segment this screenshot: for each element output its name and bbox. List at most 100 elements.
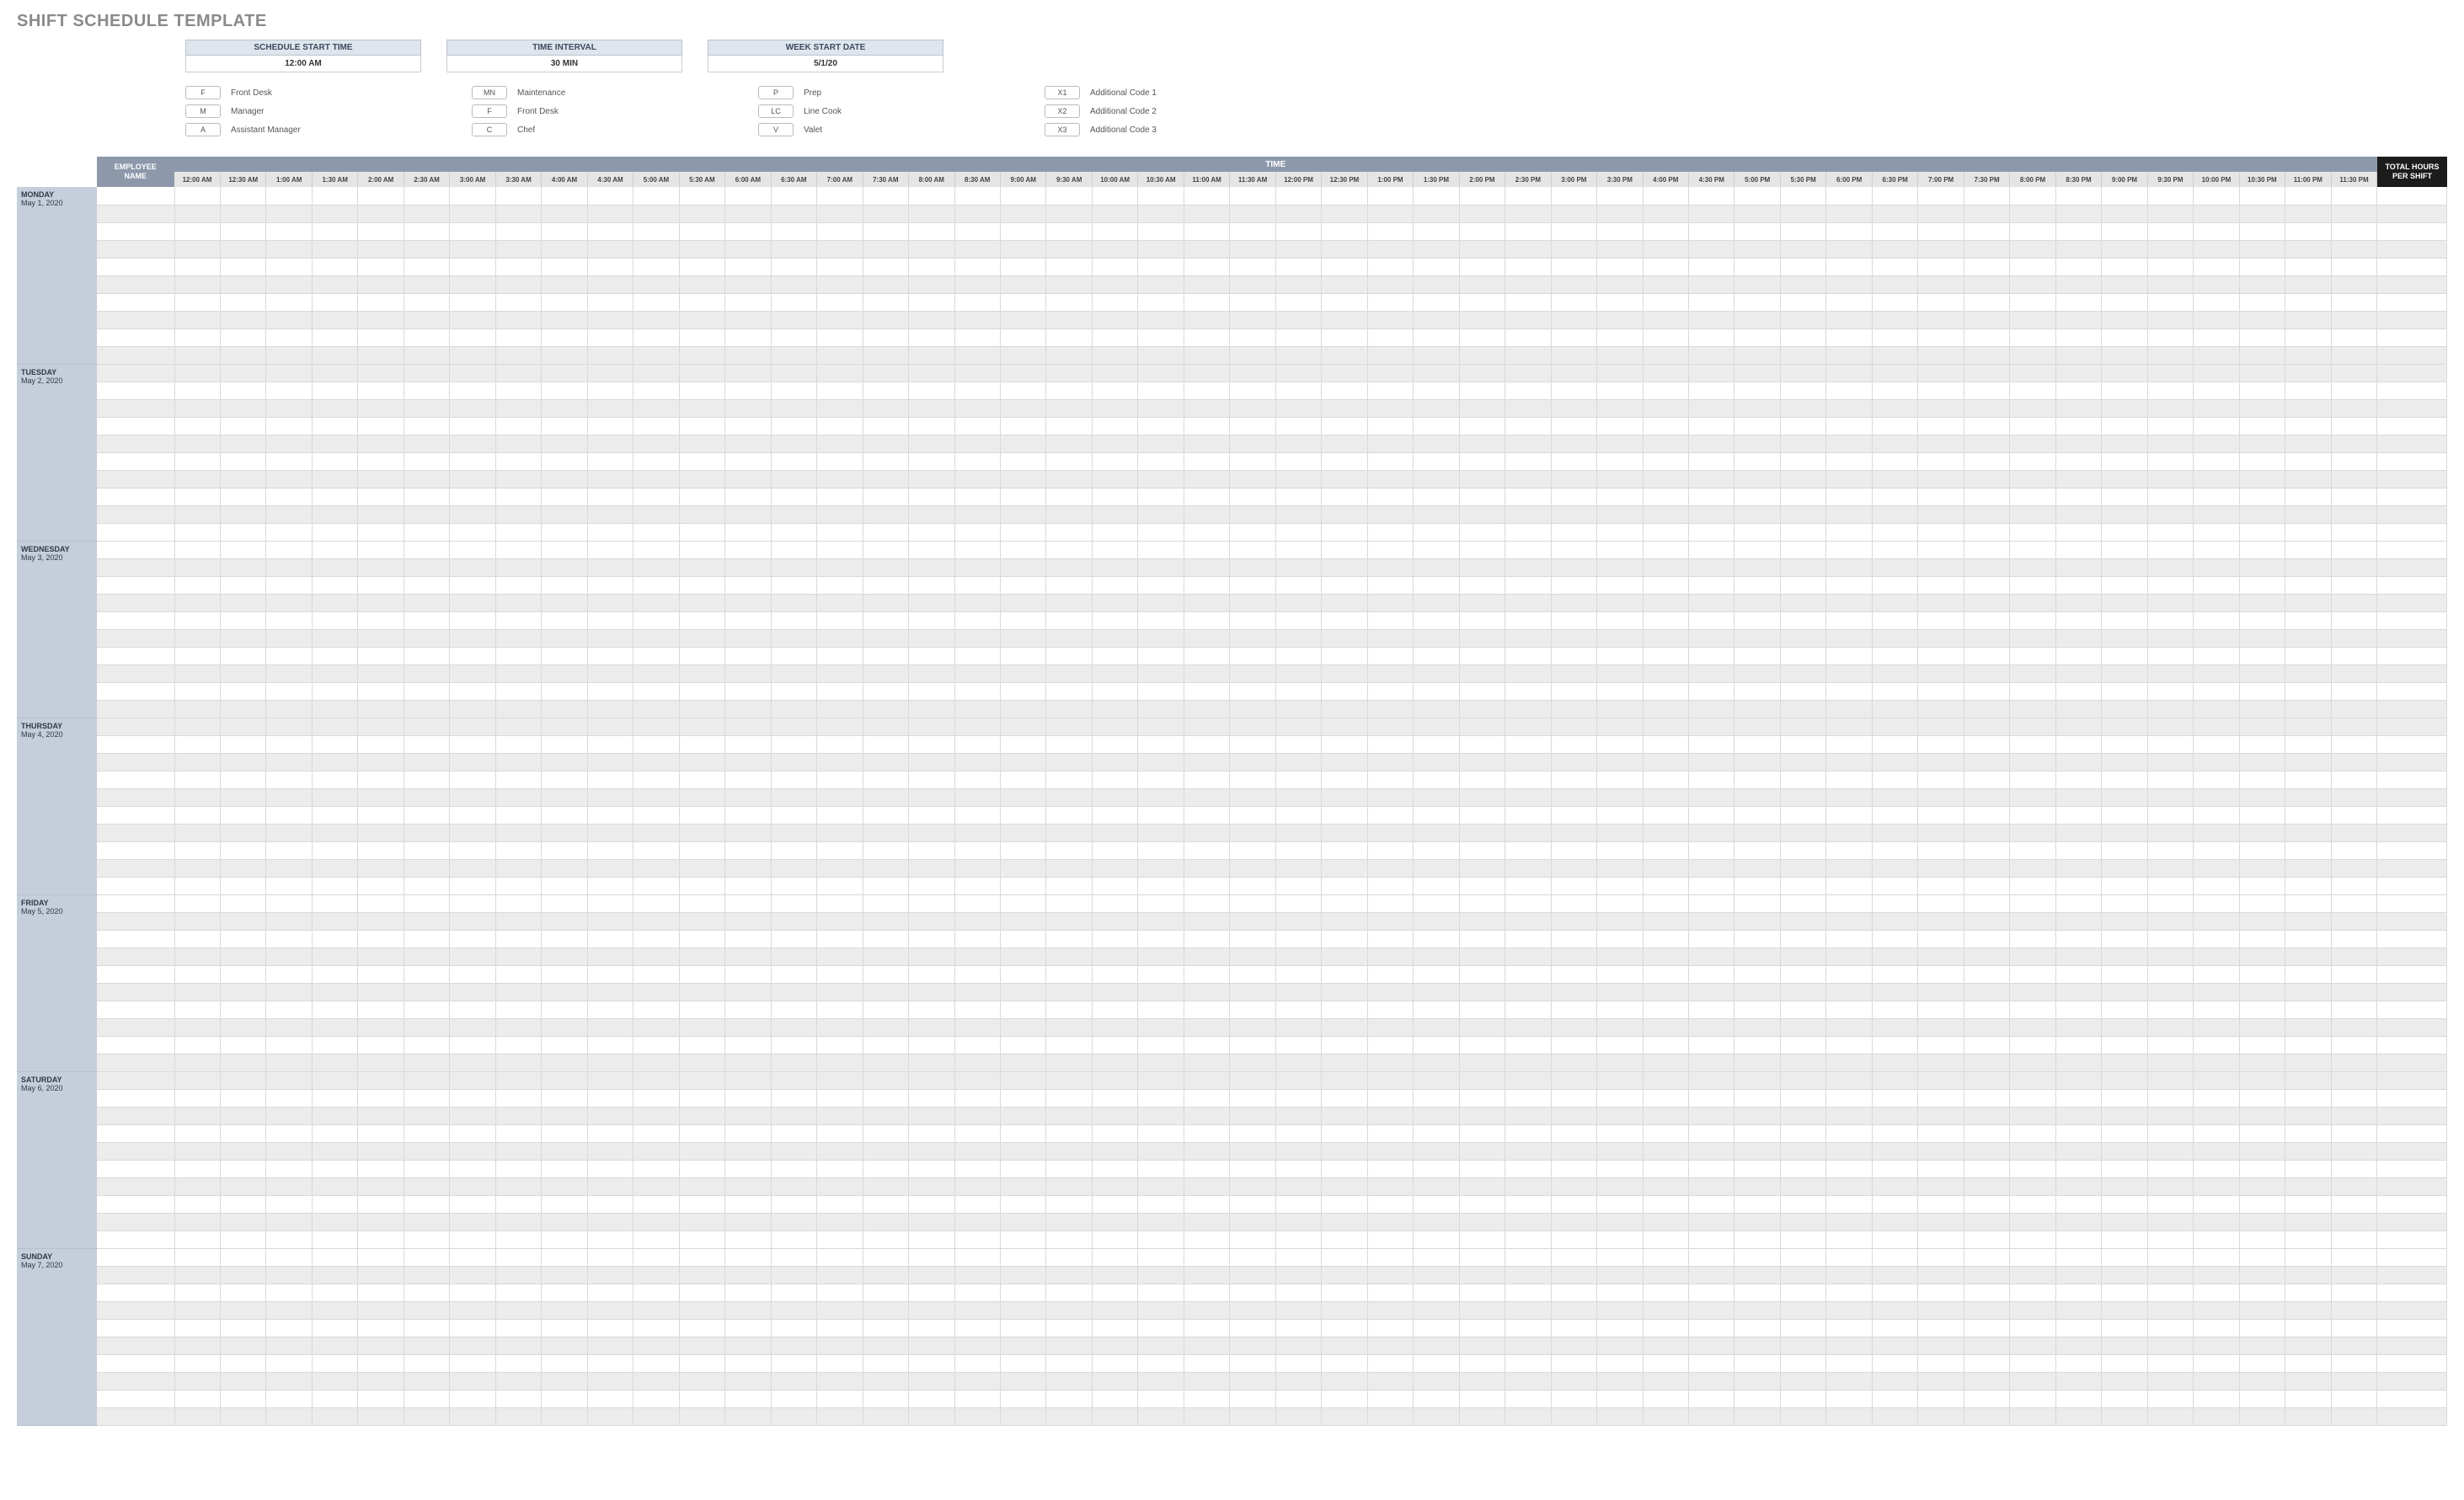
- shift-cell[interactable]: [954, 1107, 1000, 1124]
- shift-cell[interactable]: [2147, 1001, 2193, 1018]
- shift-cell[interactable]: [2331, 1054, 2377, 1071]
- shift-cell[interactable]: [1367, 1213, 1413, 1230]
- shift-cell[interactable]: [1643, 806, 1688, 824]
- shift-cell[interactable]: [2239, 1284, 2285, 1301]
- shift-cell[interactable]: [679, 187, 724, 205]
- shift-cell[interactable]: [725, 682, 771, 700]
- shift-cell[interactable]: [404, 1107, 449, 1124]
- shift-cell[interactable]: [633, 558, 679, 576]
- shift-cell[interactable]: [1826, 965, 1872, 983]
- shift-cell[interactable]: [1643, 859, 1688, 877]
- shift-cell[interactable]: [1918, 505, 1964, 523]
- shift-cell[interactable]: [1046, 1107, 1092, 1124]
- shift-cell[interactable]: [174, 753, 220, 771]
- shift-cell[interactable]: [2331, 505, 2377, 523]
- shift-cell[interactable]: [358, 824, 404, 841]
- shift-cell[interactable]: [1367, 523, 1413, 541]
- shift-cell[interactable]: [1138, 1195, 1184, 1213]
- shift-cell[interactable]: [1138, 859, 1184, 877]
- shift-cell[interactable]: [2147, 293, 2193, 311]
- shift-cell[interactable]: [542, 1142, 587, 1160]
- shift-cell[interactable]: [1734, 806, 1780, 824]
- shift-cell[interactable]: [221, 682, 266, 700]
- shift-cell[interactable]: [1597, 275, 1643, 293]
- shift-cell[interactable]: [495, 1142, 541, 1160]
- shift-cell[interactable]: [542, 1390, 587, 1407]
- shift-cell[interactable]: [1918, 346, 1964, 364]
- shift-cell[interactable]: [266, 488, 312, 505]
- shift-cell[interactable]: [1505, 1213, 1551, 1230]
- shift-cell[interactable]: [725, 700, 771, 718]
- shift-cell[interactable]: [863, 258, 908, 275]
- shift-cell[interactable]: [1597, 311, 1643, 328]
- shift-cell[interactable]: [450, 1177, 495, 1195]
- shift-cell[interactable]: [358, 399, 404, 417]
- shift-cell[interactable]: [266, 1124, 312, 1142]
- shift-cell[interactable]: [863, 1213, 908, 1230]
- shift-cell[interactable]: [1780, 275, 1825, 293]
- shift-cell[interactable]: [1734, 841, 1780, 859]
- shift-cell[interactable]: [1734, 523, 1780, 541]
- shift-cell[interactable]: [495, 665, 541, 682]
- shift-cell[interactable]: [1184, 1319, 1229, 1337]
- shift-cell[interactable]: [1138, 1301, 1184, 1319]
- shift-cell[interactable]: [679, 1036, 724, 1054]
- shift-cell[interactable]: [1092, 983, 1137, 1001]
- shift-cell[interactable]: [863, 1195, 908, 1213]
- shift-cell[interactable]: [1322, 894, 1367, 912]
- shift-cell[interactable]: [817, 877, 863, 894]
- shift-cell[interactable]: [1230, 1213, 1275, 1230]
- shift-cell[interactable]: [2285, 576, 2331, 594]
- shift-cell[interactable]: [542, 222, 587, 240]
- shift-cell[interactable]: [1597, 594, 1643, 611]
- shift-cell[interactable]: [2010, 965, 2055, 983]
- shift-cell[interactable]: [1643, 718, 1688, 735]
- shift-cell[interactable]: [1597, 452, 1643, 470]
- shift-cell[interactable]: [2239, 948, 2285, 965]
- shift-cell[interactable]: [954, 1337, 1000, 1354]
- shift-cell[interactable]: [1689, 417, 1734, 435]
- shift-cell[interactable]: [1230, 1036, 1275, 1054]
- shift-cell[interactable]: [495, 1054, 541, 1071]
- shift-cell[interactable]: [1689, 859, 1734, 877]
- shift-cell[interactable]: [679, 435, 724, 452]
- shift-cell[interactable]: [817, 824, 863, 841]
- shift-cell[interactable]: [1367, 894, 1413, 912]
- shift-cell[interactable]: [1138, 275, 1184, 293]
- shift-cell[interactable]: [2331, 771, 2377, 788]
- shift-cell[interactable]: [450, 488, 495, 505]
- shift-cell[interactable]: [1643, 576, 1688, 594]
- shift-cell[interactable]: [1734, 293, 1780, 311]
- shift-cell[interactable]: [1643, 1213, 1688, 1230]
- shift-cell[interactable]: [679, 1407, 724, 1425]
- shift-cell[interactable]: [542, 1354, 587, 1372]
- shift-cell[interactable]: [1872, 1018, 1917, 1036]
- shift-cell[interactable]: [1000, 806, 1045, 824]
- shift-cell[interactable]: [358, 700, 404, 718]
- shift-cell[interactable]: [2102, 1372, 2147, 1390]
- shift-cell[interactable]: [312, 665, 357, 682]
- shift-cell[interactable]: [221, 275, 266, 293]
- shift-cell[interactable]: [358, 788, 404, 806]
- shift-cell[interactable]: [1184, 1054, 1229, 1071]
- shift-cell[interactable]: [587, 647, 633, 665]
- shift-cell[interactable]: [1734, 948, 1780, 965]
- shift-cell[interactable]: [2194, 311, 2239, 328]
- shift-cell[interactable]: [450, 240, 495, 258]
- shift-cell[interactable]: [1322, 1266, 1367, 1284]
- shift-cell[interactable]: [909, 364, 954, 382]
- shift-cell[interactable]: [1275, 1390, 1321, 1407]
- shift-cell[interactable]: [1918, 382, 1964, 399]
- shift-cell[interactable]: [1734, 1107, 1780, 1124]
- shift-cell[interactable]: [587, 488, 633, 505]
- shift-cell[interactable]: [1780, 205, 1825, 222]
- shift-cell[interactable]: [1597, 1071, 1643, 1089]
- shift-cell[interactable]: [817, 258, 863, 275]
- shift-cell[interactable]: [174, 647, 220, 665]
- shift-cell[interactable]: [2285, 1354, 2331, 1372]
- shift-cell[interactable]: [2331, 1248, 2377, 1266]
- shift-cell[interactable]: [1964, 700, 2009, 718]
- shift-cell[interactable]: [1459, 488, 1505, 505]
- shift-cell[interactable]: [1551, 1284, 1596, 1301]
- shift-cell[interactable]: [725, 1337, 771, 1354]
